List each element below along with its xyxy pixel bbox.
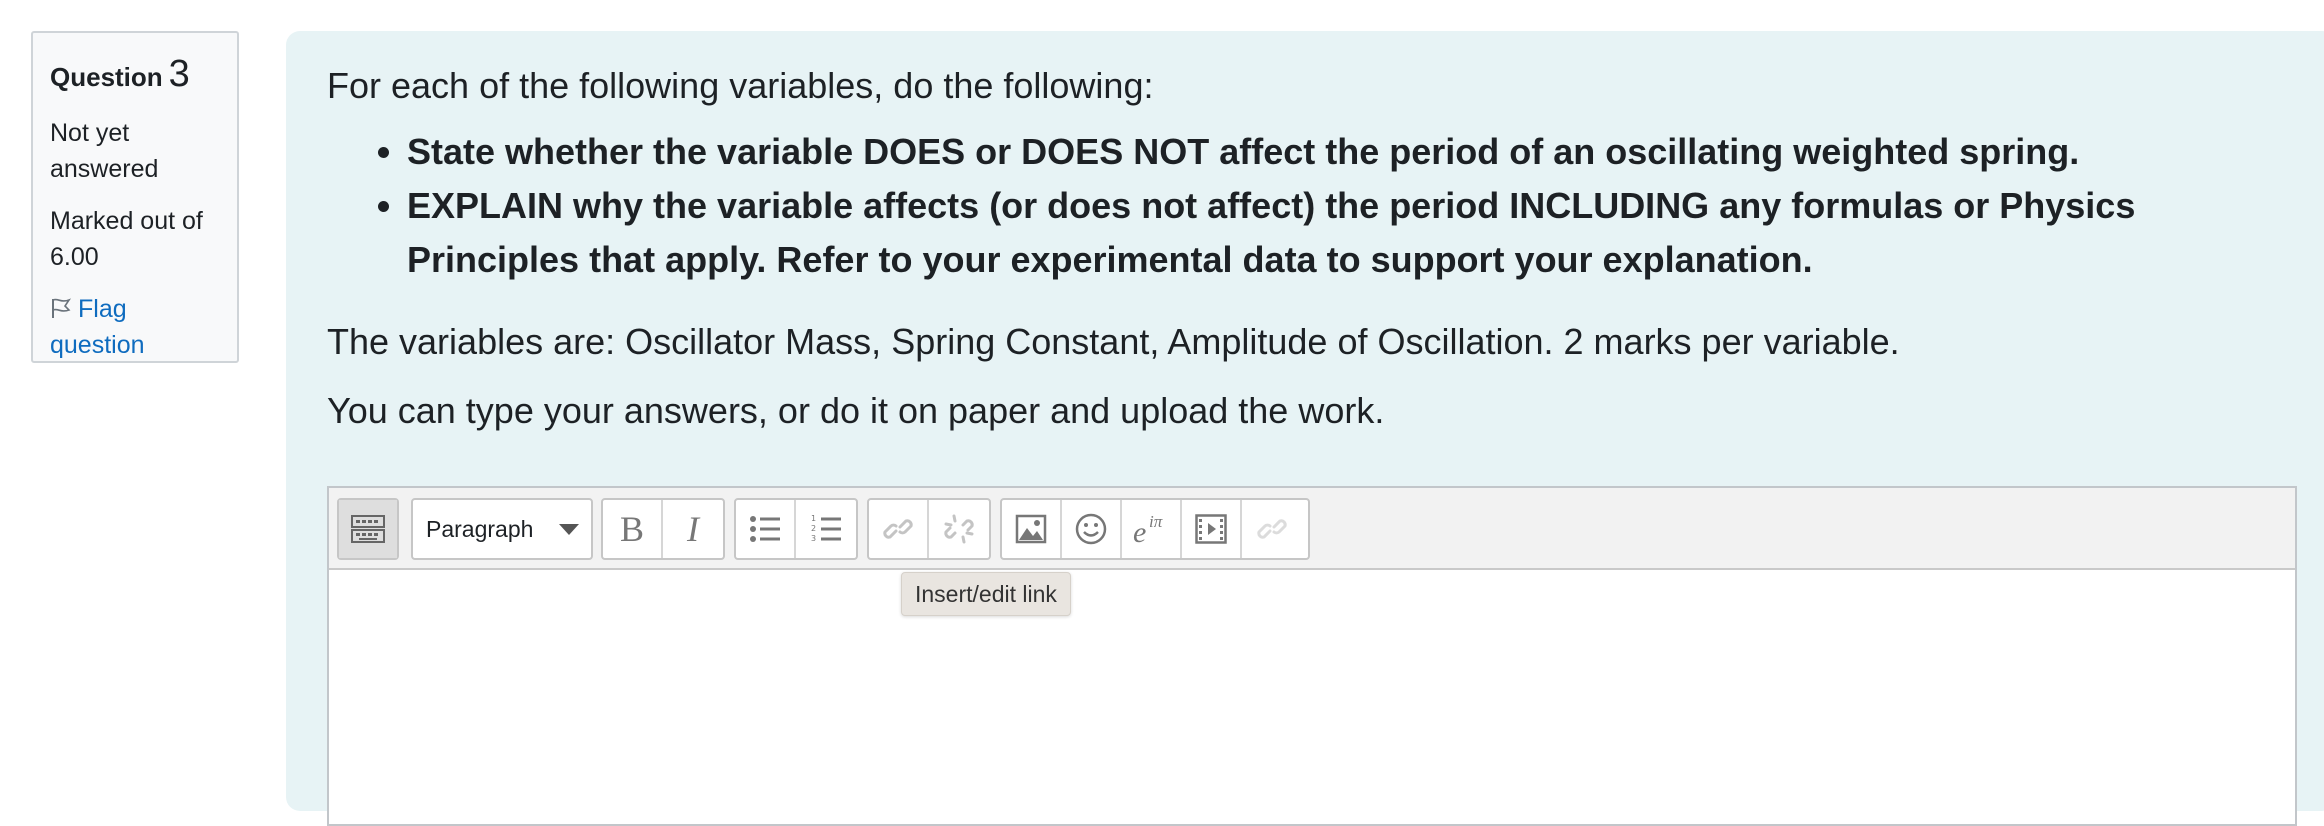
insert-image-button[interactable] bbox=[1002, 500, 1062, 558]
italic-button[interactable]: I bbox=[663, 500, 723, 558]
insert-link-button[interactable] bbox=[869, 500, 929, 558]
manage-files-button[interactable] bbox=[1242, 500, 1302, 558]
bullet-list-icon bbox=[750, 516, 780, 542]
link-group bbox=[867, 498, 991, 560]
equation-icon: e iπ bbox=[1133, 512, 1163, 546]
insert-emoji-button[interactable] bbox=[1062, 500, 1122, 558]
question-info: Question 3 Not yet answered Marked out of… bbox=[31, 31, 239, 363]
smiley-icon bbox=[1075, 513, 1107, 545]
question-label: Question bbox=[50, 62, 163, 92]
disabled-link-icon bbox=[1257, 519, 1287, 539]
svg-text:I: I bbox=[686, 512, 701, 546]
variables-text: The variables are: Oscillator Mass, Spri… bbox=[327, 321, 1900, 362]
paragraph-format-value: Paragraph bbox=[426, 516, 534, 542]
svg-text:B: B bbox=[620, 512, 644, 546]
answer-editor: Paragraph B I 1 2 3 e iπ Insert/edit lin… bbox=[327, 486, 2297, 826]
editor-content-area[interactable] bbox=[329, 570, 2295, 824]
chevron-down-icon bbox=[559, 524, 579, 535]
editor-toolbar: Paragraph B I 1 2 3 e iπ Insert/edit lin… bbox=[329, 488, 2295, 616]
insert-equation-button[interactable]: e iπ bbox=[1122, 500, 1182, 558]
flag-icon bbox=[52, 298, 72, 318]
media-group: e iπ bbox=[1000, 498, 1310, 560]
unlink-icon bbox=[944, 514, 974, 544]
question-text: For each of the following variables, do … bbox=[327, 59, 2287, 438]
svg-text:2: 2 bbox=[811, 524, 816, 533]
question-intro: For each of the following variables, do … bbox=[327, 65, 1154, 106]
paragraph-format-select[interactable]: Paragraph bbox=[411, 498, 593, 560]
question-state: Not yet answered bbox=[50, 119, 159, 183]
text-style-group: B I bbox=[601, 498, 725, 560]
unlink-button[interactable] bbox=[929, 500, 989, 558]
keyboard-icon bbox=[351, 515, 385, 543]
instruction-item: State whether the variable DOES or DOES … bbox=[407, 125, 2287, 179]
question-number: Question 3 bbox=[50, 55, 221, 93]
link-icon bbox=[883, 519, 913, 539]
toolbar-toggle-group bbox=[337, 498, 399, 560]
question-formulation: For each of the following variables, do … bbox=[286, 31, 2324, 826]
question-grade: Marked out of 6.00 bbox=[50, 207, 203, 271]
list-group: 123 bbox=[734, 498, 858, 560]
insert-media-button[interactable] bbox=[1182, 500, 1242, 558]
image-icon bbox=[1015, 514, 1047, 544]
unordered-list-button[interactable] bbox=[736, 500, 796, 558]
instruction-item: EXPLAIN why the variable affects (or doe… bbox=[407, 179, 2287, 287]
bold-button[interactable]: B bbox=[603, 500, 663, 558]
instruction-list: State whether the variable DOES or DOES … bbox=[327, 125, 2287, 287]
flag-question-link[interactable]: Flag question bbox=[50, 291, 221, 363]
film-icon bbox=[1195, 514, 1227, 544]
svg-text:iπ: iπ bbox=[1149, 512, 1163, 531]
question-number-value: 3 bbox=[168, 53, 190, 95]
upload-text: You can type your answers, or do it on p… bbox=[327, 390, 1385, 431]
toolbar-toggle-button[interactable] bbox=[339, 500, 397, 558]
svg-text:e: e bbox=[1133, 516, 1146, 546]
bold-icon: B bbox=[620, 512, 644, 546]
numbered-list-icon: 123 bbox=[811, 514, 841, 543]
svg-text:3: 3 bbox=[811, 534, 816, 543]
italic-icon: I bbox=[686, 512, 701, 546]
ordered-list-button[interactable]: 123 bbox=[796, 500, 856, 558]
svg-text:1: 1 bbox=[811, 514, 816, 523]
